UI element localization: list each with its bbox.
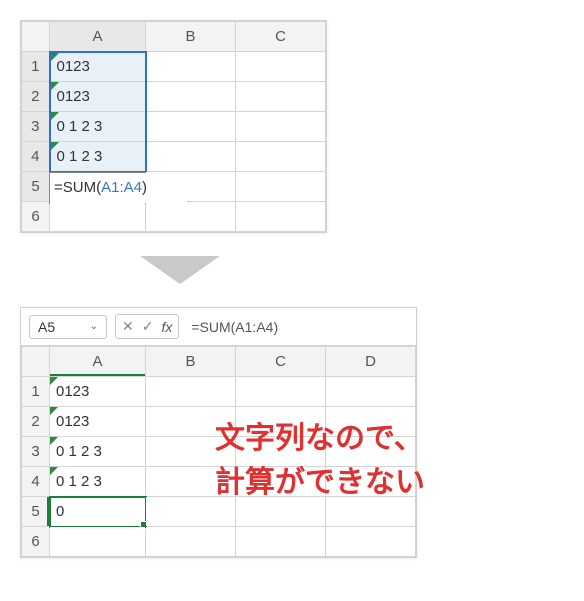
cell-C6[interactable] [236,527,326,557]
arrow-down [20,238,564,307]
row-header-3[interactable]: 3 [22,112,50,142]
col-header-A[interactable]: A [50,22,146,52]
cell-A1[interactable]: 0123 [50,377,146,407]
col-header-D[interactable]: D [326,347,416,377]
name-box-value: A5 [38,319,55,335]
col-header-C[interactable]: C [236,22,326,52]
spreadsheet-top: A B C 1 0123 2 0123 3 0 1 2 3 4 0 1 2 3 [20,20,327,233]
row-header-6[interactable]: 6 [22,527,50,557]
cell-A1[interactable]: 0123 [50,52,146,82]
cell-C1[interactable] [236,377,326,407]
row-header-4[interactable]: 4 [22,467,50,497]
annotation-text: 文字列なので、 計算ができない [215,417,425,504]
cell-B1[interactable] [146,52,236,82]
cell-C3[interactable] [236,112,326,142]
row-header-3[interactable]: 3 [22,437,50,467]
cell-B3[interactable] [146,112,236,142]
cell-C4[interactable] [236,142,326,172]
row-header-4[interactable]: 4 [22,142,50,172]
cell-B1[interactable] [146,377,236,407]
row-header-1[interactable]: 1 [22,52,50,82]
cell-B4[interactable] [146,142,236,172]
cell-C1[interactable] [236,52,326,82]
cell-D1[interactable] [326,377,416,407]
cell-A6[interactable] [50,527,146,557]
cell-A4[interactable]: 0 1 2 3 [50,142,146,172]
fx-icon[interactable]: fx [161,319,172,335]
col-header-B[interactable]: B [146,347,236,377]
cell-B6[interactable] [146,202,236,232]
cell-C2[interactable] [236,82,326,112]
cell-A3[interactable]: 0 1 2 3 [50,112,146,142]
name-box[interactable]: A5 ⌄ [29,315,107,339]
chevron-down-icon[interactable]: ⌄ [90,321,98,332]
confirm-icon[interactable]: ✓ [142,318,154,335]
cell-B5[interactable] [146,172,236,202]
row-header-2[interactable]: 2 [22,82,50,112]
col-header-A[interactable]: A [50,347,146,377]
cell-A2[interactable]: 0123 [50,407,146,437]
cell-C5[interactable] [236,172,326,202]
formula-ref: A1:A4 [101,179,142,196]
cell-D6[interactable] [326,527,416,557]
cell-A4[interactable]: 0 1 2 3 [50,467,146,497]
annotation-line2: 計算ができない [215,461,425,505]
row-header-5[interactable]: 5 [22,172,50,202]
cell-C6[interactable] [236,202,326,232]
cell-A6[interactable] [50,202,146,232]
select-all-corner[interactable] [22,22,50,52]
arrow-down-icon [140,256,220,284]
row-header-2[interactable]: 2 [22,407,50,437]
row-header-1[interactable]: 1 [22,377,50,407]
cell-A3[interactable]: 0 1 2 3 [50,437,146,467]
cell-B2[interactable] [146,82,236,112]
formula-bar-buttons: ✕ ✓ fx [115,314,179,339]
formula-bar: A5 ⌄ ✕ ✓ fx =SUM(A1:A4) [21,308,416,346]
cell-B6[interactable] [146,527,236,557]
cancel-icon[interactable]: ✕ [122,318,134,335]
col-header-B[interactable]: B [146,22,236,52]
col-header-C[interactable]: C [236,347,326,377]
annotation-line1: 文字列なので、 [215,417,425,461]
formula-bar-text[interactable]: =SUM(A1:A4) [187,319,278,335]
cell-A2[interactable]: 0123 [50,82,146,112]
cell-A5-editing[interactable]: =SUM(A1:A4) [50,172,146,202]
row-header-5[interactable]: 5 [22,497,50,527]
row-header-6[interactable]: 6 [22,202,50,232]
cell-A5[interactable]: 0 [50,497,146,527]
formula-prefix: =SUM( [54,179,101,196]
select-all-corner[interactable] [22,347,50,377]
